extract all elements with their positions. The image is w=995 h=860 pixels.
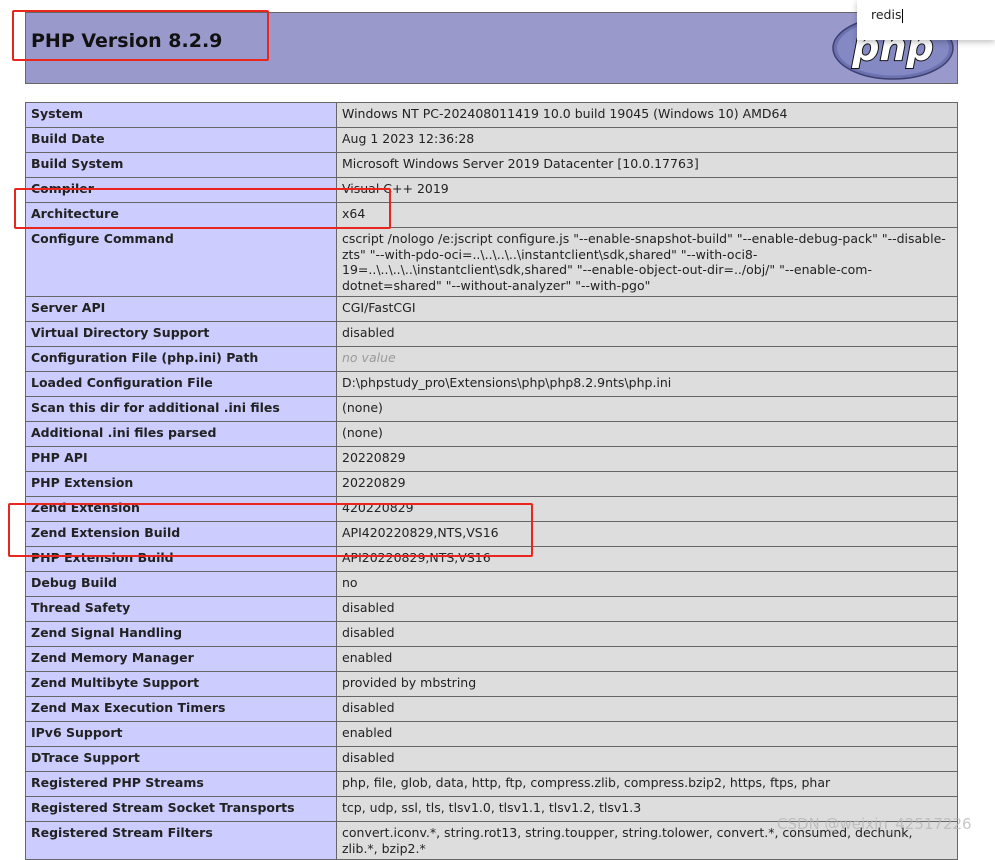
info-key: Debug Build bbox=[25, 571, 337, 597]
info-value: 20220829 bbox=[336, 446, 958, 472]
info-key: Thread Safety bbox=[25, 596, 337, 622]
info-row: Debug Build no bbox=[25, 571, 958, 597]
info-key: System bbox=[25, 102, 337, 128]
info-row: Zend Extension 420220829 bbox=[25, 496, 958, 522]
info-key: Scan this dir for additional .ini files bbox=[25, 396, 337, 422]
info-key: Configure Command bbox=[25, 227, 337, 297]
info-value: D:\phpstudy_pro\Extensions\php\php8.2.9n… bbox=[336, 371, 958, 397]
info-row: Loaded Configuration File D:\phpstudy_pro… bbox=[25, 371, 958, 397]
info-key: PHP Extension Build bbox=[25, 546, 337, 572]
info-key: Additional .ini files parsed bbox=[25, 421, 337, 447]
info-key: Registered Stream Filters bbox=[25, 821, 337, 860]
info-value: API20220829,NTS,VS16 bbox=[336, 546, 958, 572]
info-row: Build System Microsoft Windows Server 201… bbox=[25, 152, 958, 178]
info-row: Scan this dir for additional .ini files(… bbox=[25, 396, 958, 422]
info-key: Compiler bbox=[25, 177, 337, 203]
info-key: Server API bbox=[25, 296, 337, 322]
info-value: Visual C++ 2019 bbox=[336, 177, 958, 203]
text-caret bbox=[902, 8, 904, 23]
info-key: Build Date bbox=[25, 127, 337, 153]
info-key: Zend Max Execution Timers bbox=[25, 696, 337, 722]
info-row: PHP Extension 20220829 bbox=[25, 471, 958, 497]
info-key: Build System bbox=[25, 152, 337, 178]
info-row: System Windows NT PC-202408011419 10.0 bu… bbox=[25, 102, 958, 128]
info-value: provided by mbstring bbox=[336, 671, 958, 697]
info-value: (none) bbox=[336, 396, 958, 422]
info-key: Zend Extension bbox=[25, 496, 337, 522]
php-info-table: System Windows NT PC-202408011419 10.0 bu… bbox=[25, 102, 958, 860]
info-row: Zend Signal Handling disabled bbox=[25, 621, 958, 647]
info-value: enabled bbox=[336, 721, 958, 747]
info-value: disabled bbox=[336, 596, 958, 622]
info-value: no bbox=[336, 571, 958, 597]
info-row: Virtual Directory Support disabled bbox=[25, 321, 958, 347]
info-row: Zend Extension Build API420220829,NTS,VS1… bbox=[25, 521, 958, 547]
info-row: Zend Multibyte Support provided by mbstri… bbox=[25, 671, 958, 697]
info-row: PHP Extension Build API20220829,NTS,VS16 bbox=[25, 546, 958, 572]
info-value: disabled bbox=[336, 696, 958, 722]
info-row: Configuration File (php.ini) Path no valu… bbox=[25, 346, 958, 372]
info-key: Zend Extension Build bbox=[25, 521, 337, 547]
info-row: Zend Memory Manager enabled bbox=[25, 646, 958, 672]
info-key: Configuration File (php.ini) Path bbox=[25, 346, 337, 372]
info-value: API420220829,NTS,VS16 bbox=[336, 521, 958, 547]
info-key: Registered PHP Streams bbox=[25, 771, 337, 797]
info-key: DTrace Support bbox=[25, 746, 337, 772]
info-row: Zend Max Execution Timers disabled bbox=[25, 696, 958, 722]
info-key: Zend Signal Handling bbox=[25, 621, 337, 647]
info-row: Compiler Visual C++ 2019 bbox=[25, 177, 958, 203]
info-value: disabled bbox=[336, 746, 958, 772]
info-value: Windows NT PC-202408011419 10.0 build 19… bbox=[336, 102, 958, 128]
info-value: cscript /nologo /e:jscript configure.js … bbox=[336, 227, 958, 297]
info-key: Architecture bbox=[25, 202, 337, 228]
info-key: Zend Multibyte Support bbox=[25, 671, 337, 697]
info-key: Virtual Directory Support bbox=[25, 321, 337, 347]
info-key: Loaded Configuration File bbox=[25, 371, 337, 397]
info-row: Thread Safety disabled bbox=[25, 596, 958, 622]
info-row: Configure Command cscript /nologo /e:jscr… bbox=[25, 227, 958, 297]
info-key: PHP Extension bbox=[25, 471, 337, 497]
info-row: PHP API 20220829 bbox=[25, 446, 958, 472]
info-value: disabled bbox=[336, 621, 958, 647]
info-value: 20220829 bbox=[336, 471, 958, 497]
php-header: PHP Version 8.2.9 php bbox=[25, 12, 958, 84]
watermark: CSDN @weixin_42517226 bbox=[777, 815, 972, 833]
info-value: disabled bbox=[336, 321, 958, 347]
info-key: Registered Stream Socket Transports bbox=[25, 796, 337, 822]
info-value: no value bbox=[336, 346, 958, 372]
page-title: PHP Version 8.2.9 bbox=[31, 30, 223, 52]
info-value: x64 bbox=[336, 202, 958, 228]
info-row: IPv6 Support enabled bbox=[25, 721, 958, 747]
info-value: php, file, glob, data, http, ftp, compre… bbox=[336, 771, 958, 797]
info-value: enabled bbox=[336, 646, 958, 672]
info-key: Zend Memory Manager bbox=[25, 646, 337, 672]
find-in-page-box[interactable]: redis bbox=[857, 0, 995, 40]
info-row: Server API CGI/FastCGI bbox=[25, 296, 958, 322]
info-row: DTrace Support disabled bbox=[25, 746, 958, 772]
info-value: Microsoft Windows Server 2019 Datacenter… bbox=[336, 152, 958, 178]
find-input-value[interactable]: redis bbox=[871, 7, 901, 22]
info-row: Additional .ini files parsed (none) bbox=[25, 421, 958, 447]
info-row: Architecture x64 bbox=[25, 202, 958, 228]
info-value: 420220829 bbox=[336, 496, 958, 522]
info-key: IPv6 Support bbox=[25, 721, 337, 747]
info-row: Build Date Aug 1 2023 12:36:28 bbox=[25, 127, 958, 153]
info-value: Aug 1 2023 12:36:28 bbox=[336, 127, 958, 153]
info-value: CGI/FastCGI bbox=[336, 296, 958, 322]
info-key: PHP API bbox=[25, 446, 337, 472]
info-row: Registered PHP Streams php, file, glob, d… bbox=[25, 771, 958, 797]
info-value: (none) bbox=[336, 421, 958, 447]
